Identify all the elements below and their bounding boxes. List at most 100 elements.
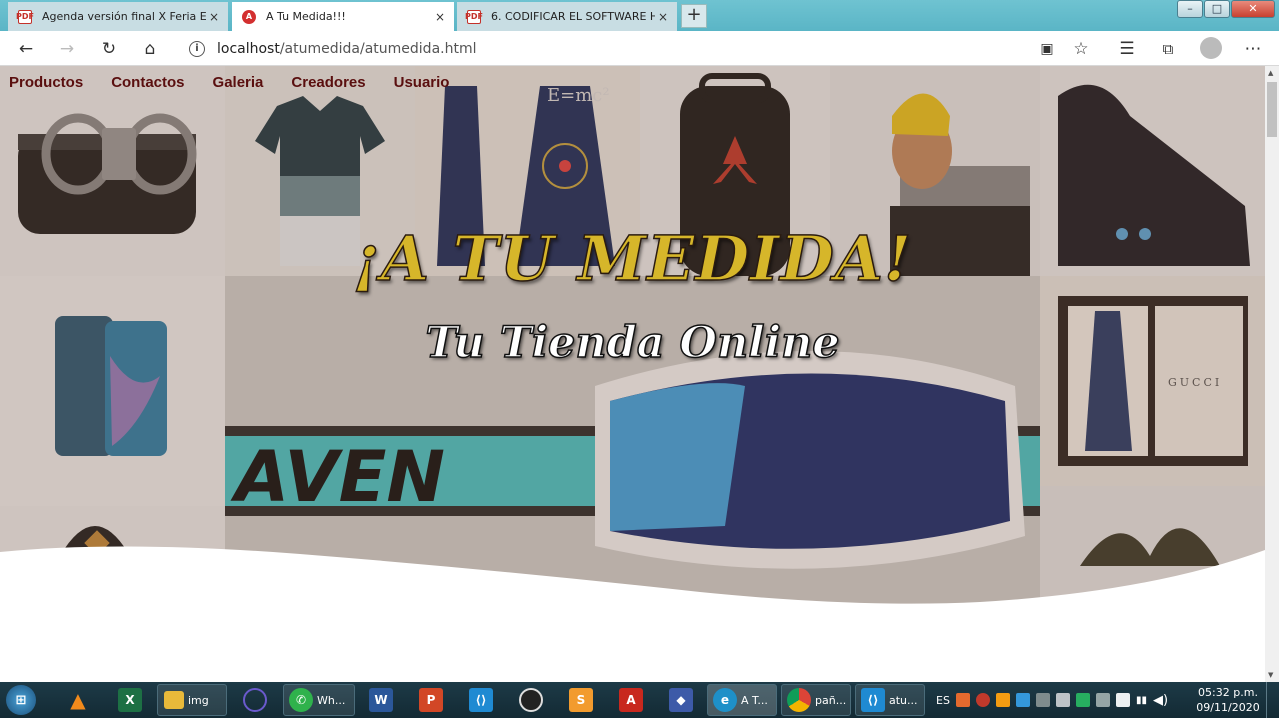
volume-icon[interactable]: ◀) — [1153, 693, 1168, 708]
info-icon[interactable]: i — [189, 40, 205, 57]
tab-label: Agenda versión final X Feria Emp — [42, 10, 206, 23]
url-host: localhost — [217, 40, 280, 57]
geogebra-icon — [243, 688, 267, 712]
profile-avatar[interactable] — [1200, 37, 1222, 59]
browser-titlebar: PDF Agenda versión final X Feria Emp × A… — [0, 0, 1279, 31]
tab-label: A Tu Medida!!! — [266, 10, 346, 23]
powerpoint-icon: P — [419, 688, 443, 712]
vlc-button[interactable]: ▲ — [66, 684, 90, 716]
edge-button[interactable]: e A T... — [707, 684, 777, 716]
tab-agenda[interactable]: PDF Agenda versión final X Feria Emp × — [8, 2, 228, 31]
minimize-button[interactable]: – — [1177, 0, 1203, 18]
url-text[interactable]: localhost/atumedida/atumedida.html — [217, 41, 477, 57]
explorer-button[interactable]: img — [157, 684, 227, 716]
star-icon[interactable]: ☆ — [1068, 36, 1094, 62]
app-button[interactable]: ◆ — [669, 684, 693, 716]
favorites-icon[interactable]: ☰ — [1114, 36, 1140, 62]
page-scrollbar[interactable]: ▲ ▼ — [1265, 66, 1279, 682]
taskbar: ⊞ ▲ X img ✆ Wh... W P ⟨⟩ S A ◆ e A T... — [0, 682, 1279, 718]
explorer-label: img — [188, 693, 209, 707]
tray-app-icon[interactable] — [1095, 693, 1110, 707]
url-path: /atumedida/atumedida.html — [279, 40, 477, 57]
reader-mode-icon[interactable]: ▣ — [1034, 36, 1060, 62]
back-arrow-icon[interactable]: ← — [13, 36, 39, 62]
collections-icon[interactable]: ⧉ — [1155, 36, 1181, 62]
clock[interactable]: 05:32 p.m. 09/11/2020 — [1196, 685, 1260, 715]
pdf-icon: PDF — [465, 9, 483, 24]
home-icon[interactable]: ⌂ — [137, 36, 163, 62]
window-controls: – □ ✕ — [1177, 0, 1275, 18]
page-viewport: E=mc² AVEN GUCCI Productos Contactos Gal… — [0, 66, 1265, 682]
refresh-icon[interactable]: ↻ — [96, 36, 122, 62]
word-button[interactable]: W — [369, 684, 393, 716]
forward-arrow-icon[interactable]: → — [54, 36, 80, 62]
tray-app-icon[interactable] — [1075, 693, 1090, 707]
chrome-button[interactable]: pañ... — [781, 684, 851, 716]
close-window-button[interactable]: ✕ — [1231, 0, 1275, 18]
language-indicator[interactable]: ES — [936, 694, 950, 707]
pdf-icon: PDF — [16, 9, 34, 24]
vscode-icon: ⟨⟩ — [469, 688, 493, 712]
vscode-label: atu... — [889, 693, 918, 707]
shield-icon: ◆ — [669, 688, 693, 712]
system-tray: ES ▮▮ ◀) — [936, 682, 1168, 718]
folder-icon — [164, 691, 184, 709]
new-tab-button[interactable]: + — [681, 4, 707, 28]
show-desktop-button[interactable] — [1266, 682, 1279, 718]
more-icon[interactable]: ⋯ — [1240, 36, 1266, 62]
obs-icon — [519, 688, 543, 712]
edge-icon: e — [713, 688, 737, 712]
angular-icon: A — [242, 9, 256, 24]
close-icon[interactable]: × — [206, 10, 222, 24]
chrome-icon — [787, 688, 811, 712]
tray-app-icon[interactable] — [1055, 693, 1070, 707]
acrobat-button[interactable]: A — [619, 684, 643, 716]
tray-app-icon[interactable] — [1015, 693, 1030, 707]
whatsapp-button[interactable]: ✆ Wh... — [283, 684, 355, 716]
tab-label: 6. CODIFICAR EL SOFTWARE HT — [491, 10, 655, 23]
vscode-window-button[interactable]: ⟨⟩ atu... — [855, 684, 925, 716]
tray-app-icon[interactable] — [1035, 693, 1050, 707]
clock-time: 05:32 p.m. — [1198, 686, 1258, 699]
vlc-icon: ▲ — [70, 688, 86, 712]
obs-button[interactable] — [519, 684, 543, 716]
whatsapp-label: Wh... — [317, 693, 346, 707]
sublime-button[interactable]: S — [569, 684, 593, 716]
close-icon[interactable]: × — [655, 10, 671, 24]
network-icon[interactable]: ▮▮ — [1136, 695, 1147, 706]
excel-icon: X — [118, 688, 142, 712]
word-icon: W — [369, 688, 393, 712]
whatsapp-icon: ✆ — [289, 688, 313, 712]
tray-app-icon[interactable] — [955, 693, 970, 707]
vscode-icon: ⟨⟩ — [861, 688, 885, 712]
acrobat-icon: A — [619, 688, 643, 712]
maximize-button[interactable]: □ — [1204, 0, 1230, 18]
tab-codificar[interactable]: PDF 6. CODIFICAR EL SOFTWARE HT × — [457, 2, 677, 31]
scroll-down-icon[interactable]: ▼ — [1268, 671, 1273, 679]
opera-icon[interactable] — [975, 693, 990, 707]
vscode-button[interactable]: ⟨⟩ — [469, 684, 493, 716]
chrome-label: pañ... — [815, 693, 847, 707]
tray-app-icon[interactable] — [995, 693, 1010, 707]
powerpoint-button[interactable]: P — [419, 684, 443, 716]
tab-atumedida[interactable]: A A Tu Medida!!! × — [232, 2, 454, 31]
nav-usuario[interactable]: Usuario — [394, 74, 450, 91]
excel-button[interactable]: X — [118, 684, 142, 716]
scroll-thumb[interactable] — [1267, 82, 1277, 137]
nav-galeria[interactable]: Galeria — [213, 74, 264, 91]
hero-subtitle: Tu Tienda Online — [425, 317, 841, 369]
start-button[interactable]: ⊞ — [6, 684, 36, 716]
nav-contactos[interactable]: Contactos — [111, 74, 184, 91]
wave-divider — [0, 546, 1265, 682]
browser-toolbar: ← → ↻ ⌂ i localhost/atumedida/atumedida.… — [0, 31, 1279, 66]
nav-productos[interactable]: Productos — [9, 74, 83, 91]
close-icon[interactable]: × — [432, 10, 448, 24]
sublime-icon: S — [569, 688, 593, 712]
safely-remove-icon[interactable] — [1115, 693, 1130, 707]
geogebra-button[interactable] — [243, 684, 267, 716]
nav-creadores[interactable]: Creadores — [291, 74, 365, 91]
clock-date: 09/11/2020 — [1196, 701, 1260, 714]
main-nav: Productos Contactos Galeria Creadores Us… — [9, 74, 449, 91]
scroll-up-icon[interactable]: ▲ — [1268, 69, 1273, 77]
address-bar[interactable]: i localhost/atumedida/atumedida.html — [176, 34, 1100, 63]
